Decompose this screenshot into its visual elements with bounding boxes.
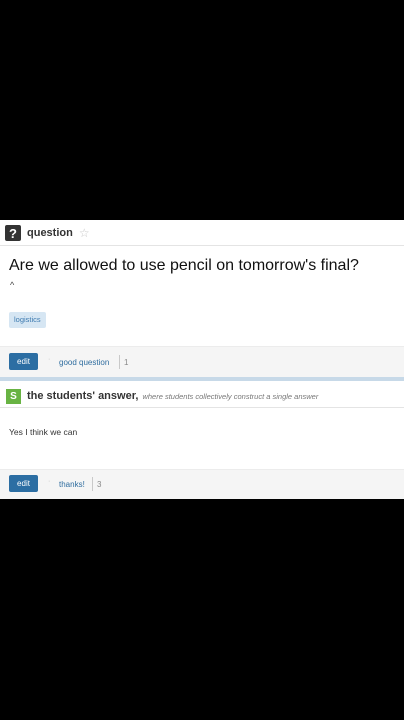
question-mark-icon: ? [5,225,21,241]
answer-header: S the students' answer, where students c… [6,387,318,405]
divider [0,245,404,246]
answer-footer: edit · thanks! 3 [0,469,404,499]
edit-answer-button[interactable]: edit [9,475,38,492]
students-answer-icon: S [6,388,21,404]
separator-dot: · [48,478,51,485]
tag-logistics[interactable]: logistics [9,312,46,328]
answer-header-subtitle: where students collectively construct a … [142,391,319,401]
edit-question-button[interactable]: edit [9,353,38,370]
section-divider [0,377,404,381]
thanks-count: 3 [97,480,102,489]
question-header: ? question ☆ [5,223,90,243]
good-question-link[interactable]: good question [59,358,109,367]
vertical-separator [92,477,93,491]
star-icon[interactable]: ☆ [79,227,90,239]
good-question-count: 1 [124,358,129,367]
question-footer: edit · good question 1 [0,346,404,377]
thanks-link[interactable]: thanks! [59,480,85,489]
divider [0,407,404,408]
answer-text: Yes I think we can [9,427,78,437]
question-text: Are we allowed to use pencil on tomorrow… [9,257,359,274]
answer-header-title: the students' answer, [27,390,139,402]
qa-panel: ? question ☆ Are we allowed to use penci… [0,220,404,499]
question-header-title: question [27,227,73,239]
vertical-separator [119,355,120,369]
caret-icon: ^ [10,280,15,290]
separator-dot: · [48,356,51,363]
